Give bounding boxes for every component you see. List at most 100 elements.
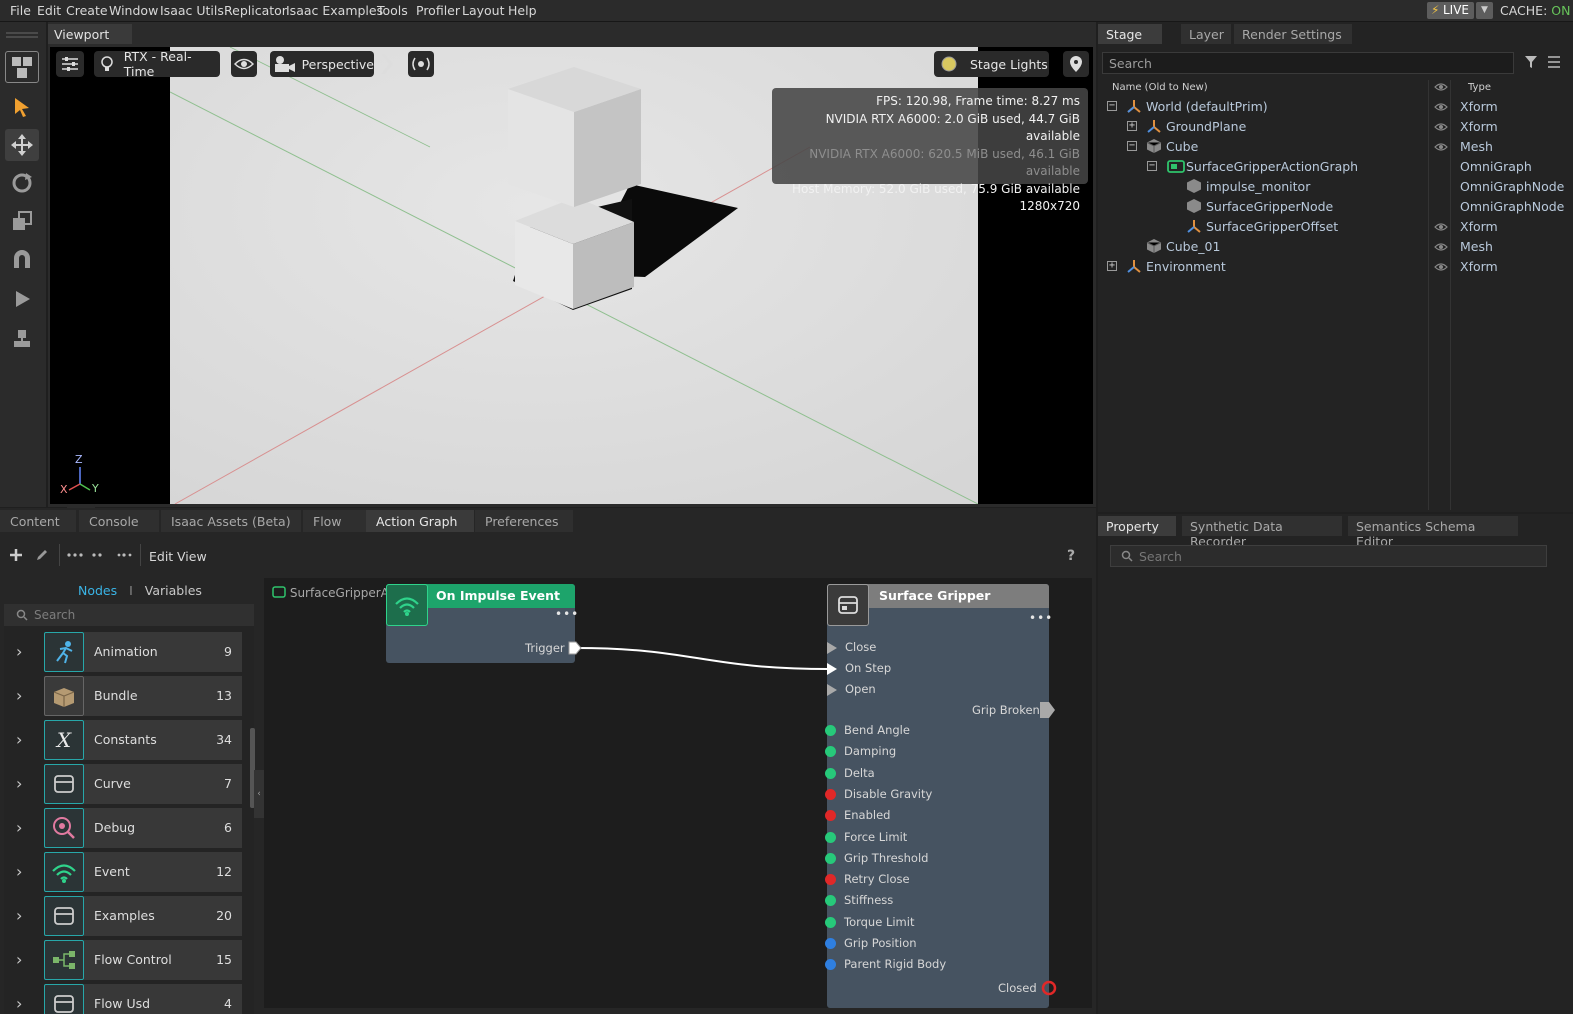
- broadcast-button[interactable]: [408, 51, 434, 77]
- collapse-icon[interactable]: −: [1107, 101, 1117, 111]
- node-menu-icon[interactable]: •••: [555, 607, 579, 621]
- live-dropdown-button[interactable]: ▼: [1476, 2, 1493, 19]
- tab-render-settings[interactable]: Render Settings: [1234, 24, 1352, 44]
- collapse-icon[interactable]: −: [1127, 141, 1137, 151]
- on-step-input-port[interactable]: [827, 663, 837, 675]
- graph-view-menu[interactable]: View: [177, 549, 207, 564]
- input-port[interactable]: [825, 788, 836, 800]
- collapse-sidebar-button[interactable]: ‹: [254, 770, 264, 818]
- expand-icon[interactable]: +: [1107, 261, 1117, 271]
- scale-tool-button[interactable]: [5, 205, 39, 237]
- input-port[interactable]: [825, 810, 836, 822]
- category-flow-control[interactable]: › Flow Control 15: [4, 940, 242, 980]
- pencil-icon[interactable]: [35, 548, 49, 565]
- variables-tab[interactable]: Variables: [145, 583, 202, 598]
- visibility-column-eye-icon[interactable]: [1434, 82, 1448, 95]
- filter-icon[interactable]: [1524, 55, 1538, 72]
- chevron-right-icon[interactable]: ›: [16, 642, 22, 661]
- menu-tools[interactable]: Tools: [377, 3, 408, 18]
- input-port[interactable]: [825, 874, 836, 886]
- visibility-eye-icon[interactable]: [1434, 260, 1448, 275]
- on-impulse-event-node[interactable]: On Impulse Event ••• Trigger: [386, 584, 582, 663]
- stage-search-input[interactable]: Search: [1102, 52, 1514, 74]
- menu-create[interactable]: Create: [66, 3, 108, 18]
- snap-tool-button[interactable]: [5, 244, 39, 276]
- surface-gripper-node[interactable]: Surface Gripper ••• Close On Step Open G…: [825, 584, 1057, 1008]
- help-button[interactable]: ?: [1067, 548, 1075, 564]
- menu-isaac-examples[interactable]: Isaac Examples: [286, 3, 383, 18]
- input-port[interactable]: [825, 746, 836, 758]
- property-search-input[interactable]: Search: [1110, 545, 1547, 567]
- chevron-right-icon[interactable]: ›: [16, 818, 22, 837]
- chevron-right-icon[interactable]: ›: [16, 686, 22, 705]
- menu-isaac-utils[interactable]: Isaac Utils: [160, 3, 224, 18]
- menu-profiler[interactable]: Profiler: [416, 3, 460, 18]
- camera-button[interactable]: Perspective: [270, 51, 374, 77]
- tree-row-environment[interactable]: + Environment Xform: [1102, 256, 1567, 276]
- menu-window[interactable]: Window: [109, 3, 158, 18]
- node-menu-icon[interactable]: •••: [1029, 611, 1053, 625]
- tree-row-groundplane[interactable]: + GroundPlane Xform: [1102, 116, 1567, 136]
- tab-content[interactable]: Content: [0, 510, 76, 532]
- category-event[interactable]: › Event 12: [4, 852, 242, 892]
- tree-row-world[interactable]: − World (defaultPrim) Xform: [1102, 96, 1567, 116]
- input-port[interactable]: [825, 852, 836, 864]
- chevron-right-icon[interactable]: ›: [16, 862, 22, 881]
- visibility-eye-icon[interactable]: [1434, 140, 1448, 155]
- tab-layer[interactable]: Layer: [1181, 24, 1231, 44]
- select-tool-button[interactable]: [5, 91, 39, 123]
- add-icon[interactable]: [9, 548, 23, 565]
- visibility-button[interactable]: [231, 51, 257, 77]
- input-port[interactable]: [825, 959, 836, 971]
- tab-action-graph[interactable]: Action Graph: [366, 510, 474, 532]
- category-debug[interactable]: › Debug 6: [4, 808, 242, 848]
- input-port[interactable]: [825, 938, 836, 949]
- tree-row-surface-gripper-node[interactable]: SurfaceGripperNode OmniGraphNode: [1102, 196, 1567, 216]
- menu-icon[interactable]: [1547, 55, 1561, 72]
- tab-viewport[interactable]: Viewport: [48, 24, 132, 44]
- menu-replicator[interactable]: Replicator: [224, 3, 287, 18]
- expand-icon[interactable]: +: [1127, 121, 1137, 131]
- visibility-eye-icon[interactable]: [1434, 240, 1448, 255]
- expand-toolbar-button[interactable]: [378, 51, 396, 77]
- play-button[interactable]: [5, 283, 39, 315]
- category-curve[interactable]: › Curve 7: [4, 764, 242, 804]
- tab-synthetic-data-recorder[interactable]: Synthetic Data Recorder: [1182, 516, 1342, 549]
- exec-output-port[interactable]: [568, 641, 582, 655]
- visibility-eye-icon[interactable]: [1434, 100, 1448, 115]
- chevron-right-icon[interactable]: ›: [16, 906, 22, 925]
- open-input-port[interactable]: [827, 684, 837, 696]
- tab-preferences[interactable]: Preferences: [475, 510, 573, 532]
- layout-expand-icon[interactable]: [116, 548, 132, 565]
- input-port[interactable]: [825, 916, 836, 928]
- column-type-header[interactable]: Type: [1468, 82, 1491, 93]
- input-port[interactable]: [825, 767, 836, 779]
- location-button[interactable]: [1063, 51, 1089, 77]
- physics-tool-button[interactable]: [5, 323, 39, 355]
- layout-compact-icon[interactable]: [91, 548, 105, 565]
- category-constants[interactable]: › X Constants 34: [4, 720, 242, 760]
- visibility-eye-icon[interactable]: [1434, 120, 1448, 135]
- graph-canvas[interactable]: SurfaceGripperAc On Impulse Event ••• Tr…: [264, 578, 1092, 1008]
- tree-row-cube-01[interactable]: Cube_01 Mesh: [1102, 236, 1567, 256]
- graph-edit-menu[interactable]: Edit: [149, 549, 173, 564]
- grip-broken-output-port[interactable]: [1039, 701, 1057, 719]
- input-port[interactable]: [825, 831, 836, 843]
- input-port[interactable]: [825, 725, 836, 736]
- category-flow-usd[interactable]: › Flow Usd 4: [4, 984, 242, 1014]
- collapse-icon[interactable]: −: [1147, 161, 1157, 171]
- category-animation[interactable]: › Animation 9: [4, 632, 242, 672]
- stage-lights-button[interactable]: Stage Lights: [934, 51, 1049, 77]
- tab-console[interactable]: Console: [79, 510, 159, 532]
- menu-help[interactable]: Help: [508, 3, 537, 18]
- tree-row-cube[interactable]: − Cube Mesh: [1102, 136, 1567, 156]
- chevron-right-icon[interactable]: ›: [16, 774, 22, 793]
- tab-flow[interactable]: Flow: [303, 510, 366, 532]
- layout-tree-icon[interactable]: [67, 548, 83, 565]
- move-tool-button[interactable]: [5, 129, 39, 161]
- close-input-port[interactable]: [827, 642, 837, 654]
- renderer-button[interactable]: RTX - Real-Time: [94, 49, 220, 79]
- tree-row-surface-gripper-offset[interactable]: SurfaceGripperOffset Xform: [1102, 216, 1567, 236]
- column-name-header[interactable]: Name (Old to New): [1112, 82, 1208, 93]
- chevron-right-icon[interactable]: ›: [16, 950, 22, 969]
